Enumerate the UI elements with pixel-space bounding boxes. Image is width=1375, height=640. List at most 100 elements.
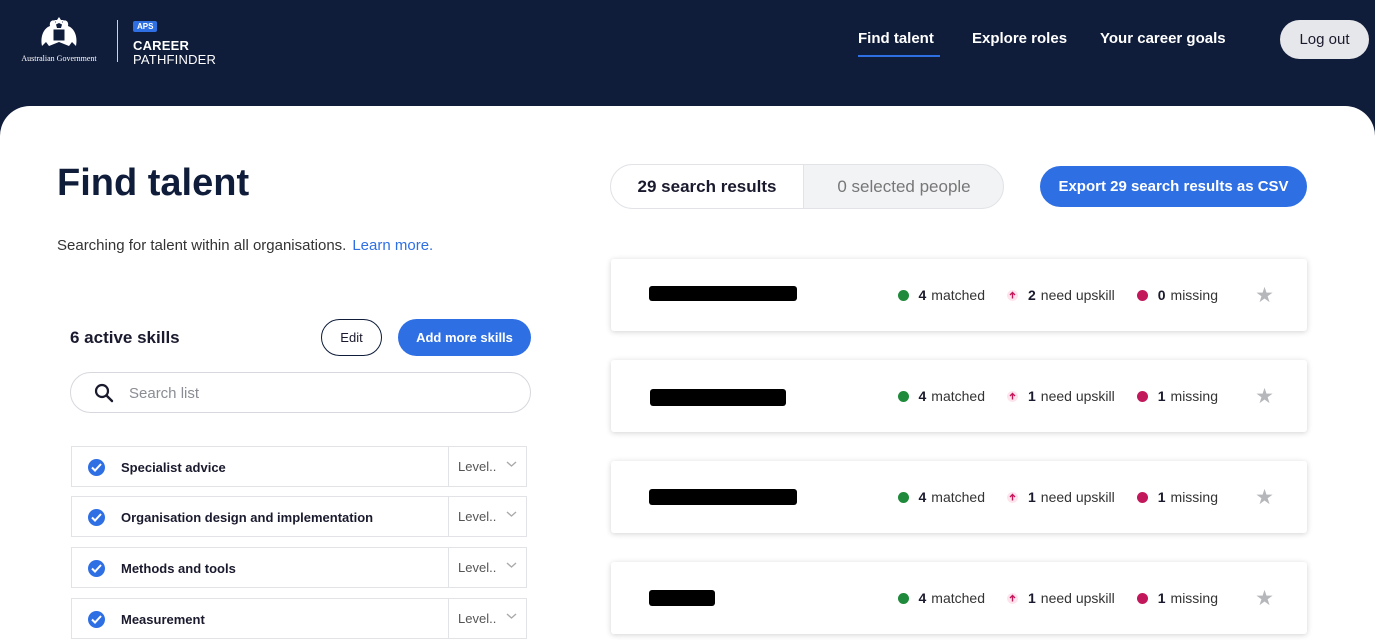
intro-sentence: Searching for talent within all organisa… [57,237,347,254]
missing-text: missing [1170,590,1218,606]
export-csv-button[interactable]: Export 29 search results as CSV [1040,166,1307,207]
level-select-value: Level.. [458,560,497,575]
missing-text: missing [1170,489,1218,505]
main-content: Find talent Searching for talent within … [0,106,1375,640]
skills-search-input[interactable] [129,382,509,404]
match-stats: 4 matched 2 need upskill 0 missing [876,287,1218,303]
arrow-up-icon [1007,390,1018,402]
skills-search-box[interactable] [70,372,531,413]
redacted-name [649,489,797,505]
skill-row[interactable]: Organisation design and implementation L… [71,496,527,537]
level-select[interactable]: Level.. [448,548,527,587]
search-icon [94,383,114,403]
matched-text: matched [931,388,985,404]
upskill-text: need upskill [1040,489,1115,505]
match-stats: 4 matched 1 need upskill 1 missing [876,388,1218,404]
level-select-value: Level.. [458,509,497,524]
intro-text: Searching for talent within all organisa… [57,237,433,254]
nav-find-talent[interactable]: Find talent [858,30,940,57]
matched-stat: 4 matched [897,590,985,606]
upskill-stat: 1 need upskill [1007,388,1115,404]
x-circle-icon [1136,390,1148,402]
coat-of-arms-icon [41,17,77,46]
upskill-text: need upskill [1040,287,1115,303]
brand-divider [117,20,118,62]
skill-row[interactable]: Specialist advice Level.. [71,446,527,487]
chevron-down-icon [506,511,517,517]
chevron-down-icon [506,461,517,467]
matched-text: matched [931,590,985,606]
skill-label: Measurement [121,612,205,627]
star-icon[interactable]: ★ [1255,283,1274,308]
x-circle-icon [1136,289,1148,301]
tab-selected-people[interactable]: 0 selected people [804,165,1003,208]
match-stats: 4 matched 1 need upskill 1 missing [876,590,1218,606]
level-select-value: Level.. [458,459,497,474]
star-icon[interactable]: ★ [1255,485,1274,510]
tab-search-results[interactable]: 29 search results [611,165,804,208]
arrow-up-icon [1007,592,1018,604]
chevron-down-icon [506,613,517,619]
nav-find-talent-label: Find talent [858,30,934,47]
redacted-name [650,389,786,406]
skill-row[interactable]: Measurement Level.. [71,598,527,639]
check-circle-icon [897,390,909,402]
brand-name-line1[interactable]: CAREER [133,38,189,53]
missing-stat: 1 missing [1136,489,1218,505]
star-icon[interactable]: ★ [1255,384,1274,409]
level-select[interactable]: Level.. [448,599,527,638]
matched-stat: 4 matched [897,388,985,404]
matched-count: 4 [918,388,927,404]
level-select-value: Level.. [458,611,497,626]
active-nav-underline [858,55,940,57]
upskill-count: 1 [1028,388,1036,404]
skill-row[interactable]: Methods and tools Level.. [71,547,527,588]
top-header: Australian Government APS CAREER PATHFIN… [0,0,1375,110]
upskill-text: need upskill [1040,590,1115,606]
upskill-stat: 1 need upskill [1007,489,1115,505]
result-card[interactable]: 4 matched 1 need upskill 1 missing ★ [611,461,1307,533]
check-circle-icon[interactable] [88,509,105,526]
matched-count: 4 [918,287,927,303]
nav-explore-roles[interactable]: Explore roles [972,30,1067,47]
arrow-up-icon [1007,491,1018,503]
skill-label: Organisation design and implementation [121,510,374,525]
upskill-count: 1 [1028,590,1036,606]
missing-text: missing [1170,388,1218,404]
add-more-skills-button[interactable]: Add more skills [398,319,531,356]
active-skills-count: 6 active skills [70,328,180,347]
missing-stat: 0 missing [1136,287,1218,303]
result-card[interactable]: 4 matched 1 need upskill 1 missing ★ [611,360,1307,432]
upskill-text: need upskill [1040,388,1115,404]
check-circle-icon[interactable] [88,459,105,476]
check-circle-icon[interactable] [88,611,105,628]
missing-stat: 1 missing [1136,590,1218,606]
level-select[interactable]: Level.. [448,497,527,536]
nav-career-goals[interactable]: Your career goals [1100,30,1226,47]
logout-button[interactable]: Log out [1280,20,1369,59]
skill-label: Specialist advice [121,460,226,475]
result-card[interactable]: 4 matched 2 need upskill 0 missing ★ [611,259,1307,331]
learn-more-link[interactable]: Learn more. [352,237,433,254]
level-select[interactable]: Level.. [448,447,527,486]
edit-skills-button[interactable]: Edit [321,319,382,356]
redacted-name [649,286,797,301]
missing-count: 0 [1157,287,1166,303]
upskill-count: 1 [1028,489,1036,505]
upskill-stat: 2 need upskill [1007,287,1115,303]
matched-count: 4 [918,489,927,505]
star-icon[interactable]: ★ [1255,586,1274,611]
brand-name-line2[interactable]: PATHFINDER [133,52,216,67]
upskill-stat: 1 need upskill [1007,590,1115,606]
check-circle-icon[interactable] [88,560,105,577]
upskill-count: 2 [1028,287,1036,303]
matched-text: matched [931,287,985,303]
result-card[interactable]: 4 matched 1 need upskill 1 missing ★ [611,562,1307,634]
missing-stat: 1 missing [1136,388,1218,404]
government-label: Australian Government [21,54,97,63]
arrow-up-icon [1007,289,1018,301]
australian-government-logo[interactable]: Australian Government [14,16,104,64]
matched-text: matched [931,489,985,505]
check-circle-icon [897,491,909,503]
skill-label: Methods and tools [121,561,236,576]
